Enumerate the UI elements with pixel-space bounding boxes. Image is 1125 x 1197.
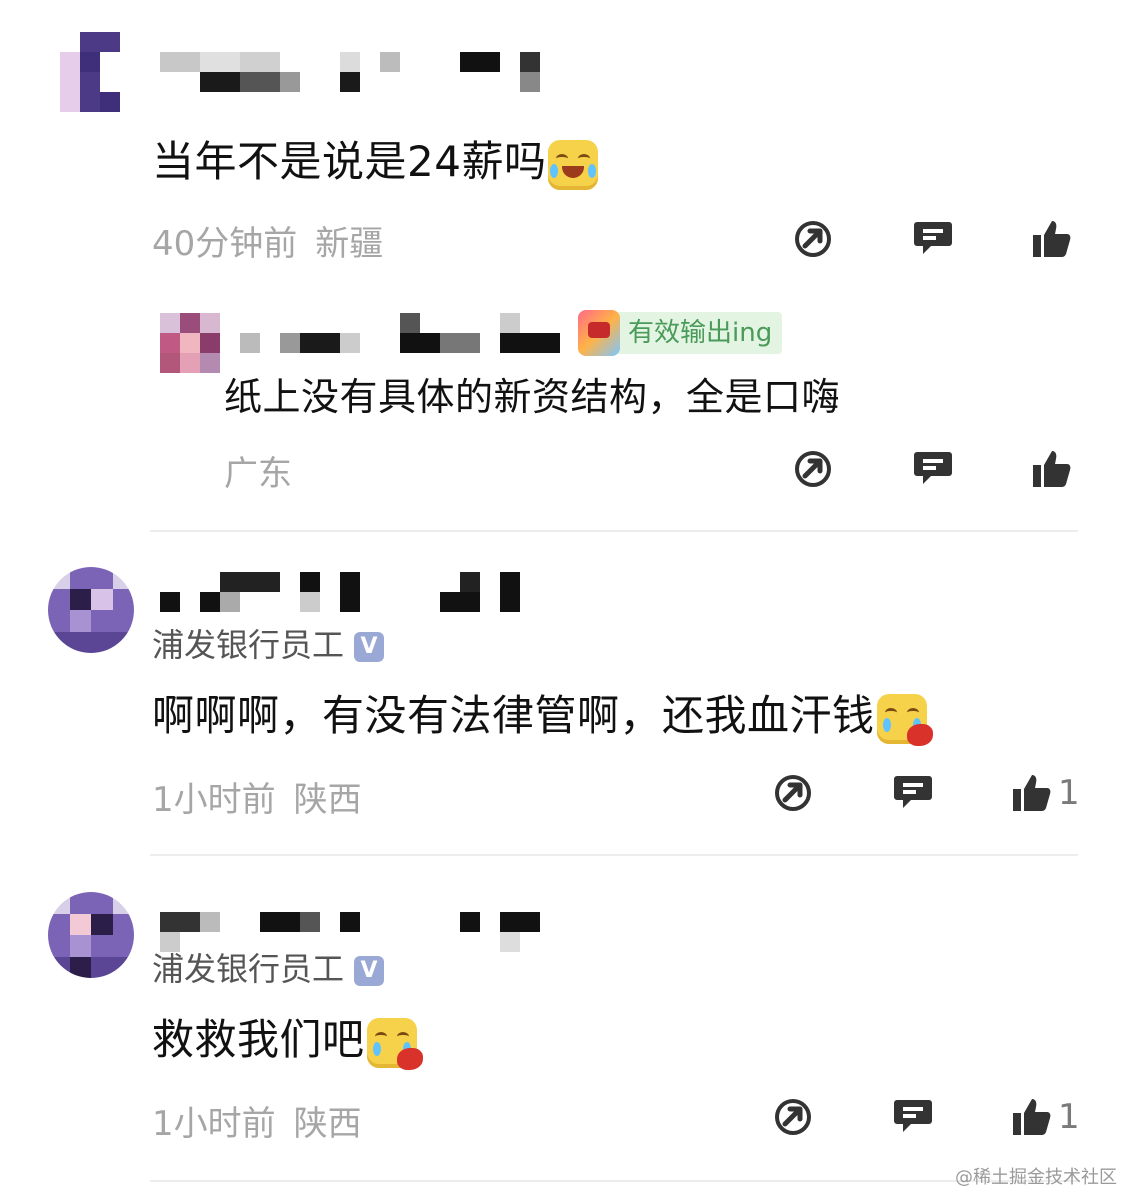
share-icon[interactable]	[772, 1096, 814, 1138]
avatar[interactable]	[48, 892, 134, 978]
share-icon[interactable]	[772, 772, 814, 814]
user-tag-label: 有效输出ing	[628, 318, 773, 348]
reply-text: 纸上没有具体的新资结构，全是口嗨	[224, 366, 840, 421]
user-badge-label: 浦发银行员工	[152, 626, 345, 664]
comment-body: 当年不是说是24薪吗	[152, 137, 547, 186]
comment-body: 啊啊啊，有没有法律管啊，还我血汗钱	[152, 691, 875, 740]
avatar[interactable]	[60, 32, 140, 112]
comment-time: 1小时前	[152, 1104, 276, 1144]
thumbs-up-icon[interactable]	[1010, 772, 1052, 814]
like-count: 1	[1058, 1097, 1080, 1137]
username-censored[interactable]	[160, 572, 530, 612]
thumbs-up-icon[interactable]	[1030, 218, 1072, 260]
comment-text: 救救我们吧	[152, 1006, 423, 1070]
comment-icon[interactable]	[892, 1094, 934, 1136]
reply-location: 广东	[224, 454, 292, 494]
user-badge: 浦发银行员工 V	[152, 944, 385, 990]
laugh-cry-emoji-icon	[548, 139, 599, 190]
comment-time: 40分钟前	[152, 224, 298, 264]
thumbs-up-icon[interactable]	[1030, 448, 1072, 490]
crying-flower-emoji-icon	[876, 693, 933, 746]
comment-meta: 40分钟前 新疆	[152, 216, 383, 265]
reply-body: 纸上没有具体的新资结构，全是口嗨	[224, 375, 841, 419]
crying-flower-emoji-icon	[366, 1017, 423, 1070]
comment-meta: 1小时前 陕西	[152, 1096, 362, 1145]
comment-location: 陕西	[293, 780, 362, 820]
comment-location: 新疆	[315, 224, 384, 264]
divider	[150, 854, 1078, 856]
reply-username-censored[interactable]	[240, 313, 560, 353]
verified-icon: V	[354, 632, 385, 662]
comment-icon[interactable]	[912, 446, 954, 488]
comment-text: 啊啊啊，有没有法律管啊，还我血汗钱	[152, 682, 933, 746]
share-icon[interactable]	[792, 218, 834, 260]
user-badge-label: 浦发银行员工	[152, 950, 345, 988]
thumbs-up-icon[interactable]	[1010, 1096, 1052, 1138]
reply-avatar[interactable]	[160, 313, 220, 373]
user-tag: 有效输出ing	[578, 310, 783, 356]
comment-time: 1小时前	[152, 780, 276, 820]
tag-badge-icon	[578, 310, 620, 356]
comment-icon[interactable]	[892, 770, 934, 812]
comment-meta: 1小时前 陕西	[152, 772, 362, 821]
avatar[interactable]	[48, 567, 134, 653]
share-icon[interactable]	[792, 448, 834, 490]
reply-meta: 广东	[224, 446, 292, 495]
username-censored[interactable]	[160, 52, 540, 92]
comment-text: 当年不是说是24薪吗	[152, 128, 599, 190]
comment-body: 救救我们吧	[152, 1015, 365, 1064]
comment-icon[interactable]	[912, 216, 954, 258]
comment-location: 陕西	[293, 1104, 362, 1144]
verified-icon: V	[354, 956, 385, 986]
divider	[150, 530, 1078, 532]
divider	[150, 1180, 1078, 1182]
user-badge: 浦发银行员工 V	[152, 620, 385, 666]
like-count: 1	[1058, 773, 1080, 813]
watermark: @稀土掘金技术社区	[955, 1167, 1117, 1188]
